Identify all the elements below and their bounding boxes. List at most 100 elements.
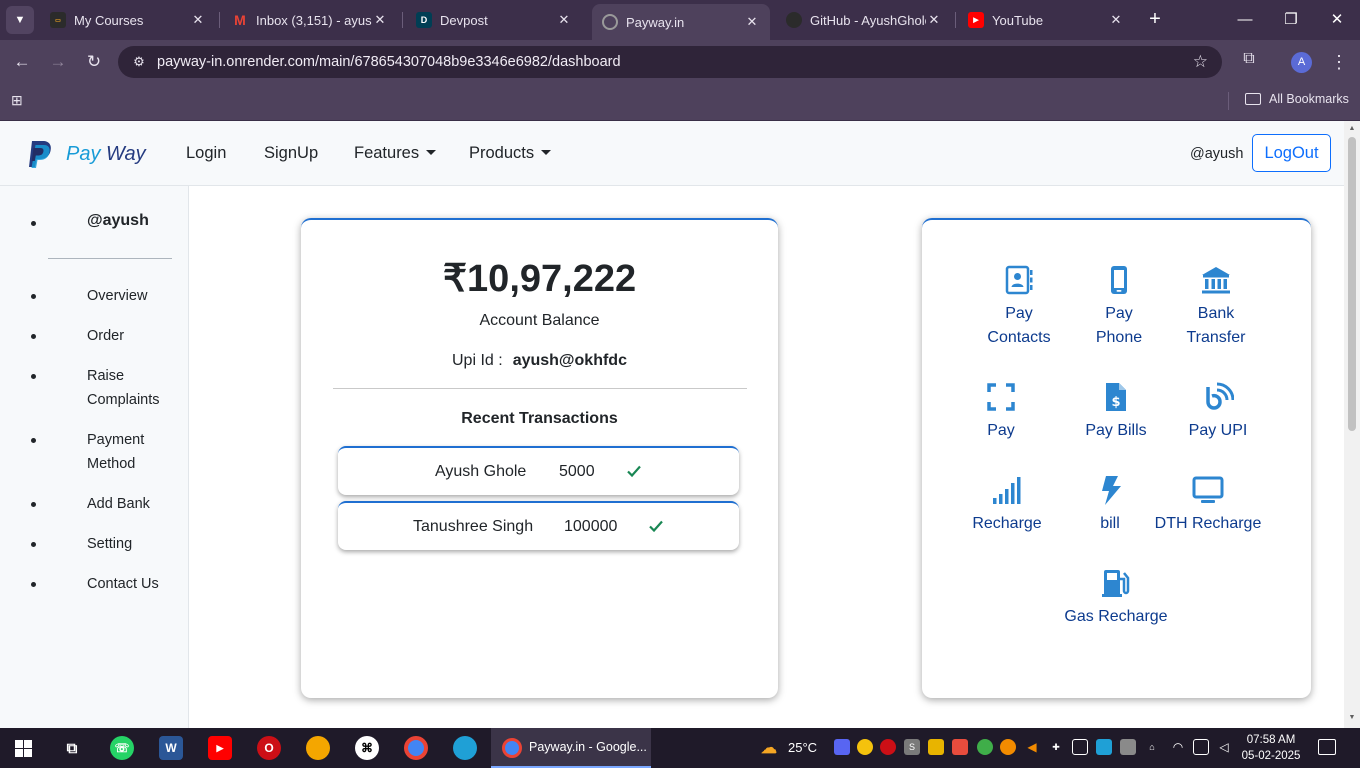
windows-start-icon[interactable] (15, 740, 32, 757)
tray-app-icon[interactable]: ⌂ (1144, 739, 1160, 755)
tray-app-icon[interactable] (1000, 739, 1016, 755)
sidebar-item-overview[interactable]: Overview (87, 284, 147, 308)
close-tab-icon[interactable]: ✕ (190, 12, 206, 28)
brand-name-part1: Pay (66, 142, 101, 165)
usb-icon[interactable] (1072, 739, 1088, 755)
close-tab-icon[interactable]: ✕ (1108, 12, 1124, 28)
recent-transactions-title: Recent Transactions (461, 410, 618, 427)
new-tab-button[interactable]: + (1144, 8, 1166, 30)
feature-dth-recharge[interactable]: DTH Recharge (1148, 474, 1268, 536)
tab-separator (955, 12, 956, 28)
sidebar-item-raise-complaints[interactable]: Raise Complaints (87, 364, 167, 412)
discord-tray-icon[interactable] (834, 739, 850, 755)
apps-grid-icon[interactable]: ⊞ (11, 92, 29, 110)
feature-label: Recharge (972, 515, 1042, 532)
extensions-icon[interactable]: ⧉ (1238, 50, 1260, 72)
nav-products-dropdown[interactable]: Products (469, 144, 552, 163)
sidebar-item-setting[interactable]: Setting (87, 532, 132, 556)
wifi-icon[interactable]: ◠ (1170, 739, 1186, 755)
task-view-icon[interactable]: ⧉ (60, 736, 84, 760)
bookmarks-separator (1228, 92, 1229, 110)
minimize-button[interactable]: — (1230, 8, 1260, 32)
close-tab-icon[interactable]: ✕ (744, 14, 760, 30)
feature-label: Pay Phone (1095, 305, 1143, 346)
tab-label: Payway.in (626, 14, 685, 30)
sidebar-item-contact-us[interactable]: Contact Us (87, 572, 159, 596)
tab-label: Inbox (3,151) - ayush (256, 12, 372, 28)
back-button[interactable]: ← (10, 50, 34, 74)
nav-login[interactable]: Login (186, 144, 226, 163)
tray-app-icon[interactable]: ◀ (1024, 739, 1040, 755)
page-scrollbar[interactable]: ▲ ▼ (1344, 121, 1360, 728)
weather-icon[interactable]: ☁ (757, 736, 781, 760)
taskbar-clock[interactable]: 07:58 AM 05-02-2025 (1240, 732, 1302, 764)
restore-button[interactable]: ❐ (1276, 8, 1306, 32)
feature-recharge[interactable]: Recharge (947, 474, 1067, 536)
battery-icon[interactable] (1193, 739, 1209, 755)
weather-temperature[interactable]: 25°C (788, 740, 817, 755)
github-desktop-icon[interactable]: ⌘ (355, 736, 379, 760)
all-bookmarks-button[interactable]: All Bookmarks (1245, 92, 1349, 106)
brand-logo-link[interactable]: Pay Way (26, 139, 146, 169)
url-text[interactable]: payway-in.onrender.com/main/678654307048… (157, 54, 621, 70)
tab-search-button[interactable]: ▼ (6, 6, 34, 34)
tab-my-courses[interactable]: ▭ My Courses ✕ (40, 4, 216, 36)
reload-button[interactable]: ↻ (82, 50, 106, 74)
tray-app-icon[interactable] (928, 739, 944, 755)
tray-app-icon[interactable]: ✚ (1048, 739, 1064, 755)
chrome-window-icon (502, 738, 522, 758)
feature-bank-transfer[interactable]: Bank Transfer (1156, 264, 1276, 350)
profile-avatar[interactable]: A (1291, 52, 1312, 73)
logout-button[interactable]: LogOut (1252, 134, 1331, 172)
scroll-up-arrow-icon[interactable]: ▲ (1347, 125, 1357, 135)
scrollbar-thumb[interactable] (1348, 137, 1356, 431)
forward-button[interactable]: → (46, 50, 70, 74)
address-bar[interactable]: ⚙ payway-in.onrender.com/main/6786543070… (118, 46, 1222, 78)
opera-icon[interactable]: O (257, 736, 281, 760)
youtube-app-icon[interactable]: ▶ (208, 736, 232, 760)
whatsapp-icon[interactable]: ☏ (110, 736, 134, 760)
edge-icon[interactable] (453, 736, 477, 760)
sidebar-item-order[interactable]: Order (87, 324, 124, 348)
nav-features-dropdown[interactable]: Features (354, 144, 437, 163)
contact-card-icon (1005, 265, 1033, 295)
close-tab-icon[interactable]: ✕ (926, 12, 942, 28)
tray-app-icon[interactable] (1096, 739, 1112, 755)
word-icon[interactable]: W (159, 736, 183, 760)
tray-app-icon[interactable] (977, 739, 993, 755)
chrome-icon[interactable] (404, 736, 428, 760)
card-divider (333, 388, 747, 389)
close-window-button[interactable]: ✕ (1322, 8, 1352, 32)
sidebar-item-add-bank[interactable]: Add Bank (87, 492, 150, 516)
bank-icon (1202, 267, 1230, 294)
tray-app-icon[interactable] (952, 739, 968, 755)
tab-label: GitHub - AyushGhole (810, 12, 926, 28)
notification-icon[interactable] (1318, 739, 1336, 755)
close-tab-icon[interactable]: ✕ (372, 12, 388, 28)
browser-menu-icon[interactable]: ⋮ (1330, 50, 1348, 74)
tray-app-icon[interactable]: S (904, 739, 920, 755)
tray-app-icon[interactable] (1120, 739, 1136, 755)
tab-youtube[interactable]: ▶ YouTube ✕ (958, 4, 1134, 36)
bookmark-star-icon[interactable]: ☆ (1193, 52, 1208, 72)
devpost-icon: D (416, 12, 432, 28)
transaction-row: Tanushree Singh 100000 (338, 501, 739, 550)
tab-github[interactable]: GitHub - AyushGhole ✕ (776, 4, 952, 36)
sidebar-item-payment-method[interactable]: Payment Method (87, 428, 157, 476)
nav-signup[interactable]: SignUp (264, 144, 318, 163)
opera-tray-icon[interactable] (880, 739, 896, 755)
app-icon[interactable] (306, 736, 330, 760)
tab-label: Devpost (440, 12, 488, 28)
tab-payway[interactable]: Payway.in ✕ (592, 4, 770, 40)
tab-inbox[interactable]: M Inbox (3,151) - ayush ✕ (222, 4, 398, 36)
tab-devpost[interactable]: D Devpost ✕ (406, 4, 582, 36)
feature-pay-upi[interactable]: Pay UPI (1158, 381, 1278, 443)
feature-gas-recharge[interactable]: Gas Recharge (1056, 567, 1176, 629)
volume-icon[interactable]: ◁ (1216, 739, 1232, 755)
scroll-down-arrow-icon[interactable]: ▼ (1347, 714, 1357, 724)
site-info-icon[interactable]: ⚙ (130, 53, 148, 71)
close-tab-icon[interactable]: ✕ (556, 12, 572, 28)
feature-pay[interactable]: Pay (941, 381, 1061, 443)
globe-icon (602, 14, 618, 30)
tray-app-icon[interactable] (857, 739, 873, 755)
